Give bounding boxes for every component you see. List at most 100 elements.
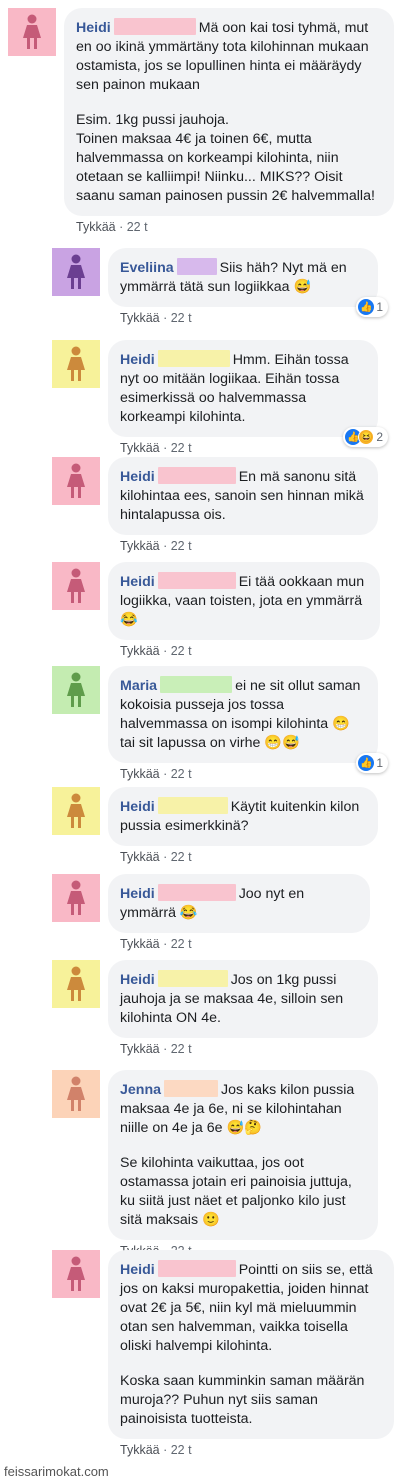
comment-bubble: Heidi Joo nyt en ymmärrä 😂 [108,874,370,933]
reaction-summary[interactable]: 👍 1 [356,297,388,317]
person-icon [67,1256,85,1291]
timestamp[interactable]: 22 t [171,1443,192,1457]
reaction-count: 1 [376,299,383,314]
timestamp[interactable]: 22 t [171,937,192,951]
avatar[interactable] [52,562,100,610]
avatar[interactable] [52,248,100,296]
person-icon [67,966,85,1001]
commenter-name[interactable]: Jenna [120,1082,161,1098]
person-icon [67,793,85,828]
person-icon [67,254,85,289]
thumbs-up-icon: 👍 [358,299,375,315]
avatar[interactable] [52,666,100,714]
comment-reply: Heidi Ei tää ookkaan mun logiikka, vaan t… [52,562,380,658]
comment-text: En mä sanonu sitä kilohintaa ees, sanoin… [120,469,364,523]
avatar[interactable] [52,787,100,835]
timestamp[interactable]: 22 t [127,220,148,234]
timestamp[interactable]: 22 t [171,441,192,455]
commenter-name[interactable]: Heidi [120,972,155,988]
avatar[interactable] [52,1070,100,1118]
comment-bubble: Heidi Käytit kuitenkin kilon pussia esime… [108,787,378,846]
redacted-surname [176,258,217,275]
comment-reply: Heidi Jos on 1kg pussi jauhoja ja se maks… [52,960,378,1056]
timestamp[interactable]: 22 t [171,644,192,658]
comment-reply: Maria ei ne sit ollut saman kokoisia puss… [52,666,388,781]
like-link[interactable]: Tykkää [76,220,116,234]
person-icon [67,568,85,603]
timestamp[interactable]: 22 t [171,850,192,864]
person-icon [67,1076,85,1111]
timestamp[interactable]: 22 t [171,1042,192,1056]
like-link[interactable]: Tykkää [120,1042,160,1056]
person-icon [23,14,41,49]
like-link[interactable]: Tykkää [120,767,160,781]
comment-text: Esim. 1kg pussi jauhoja. Toinen maksaa 4… [76,112,375,204]
redacted-surname [113,18,196,35]
reaction-count: 2 [376,429,383,444]
comment-text: Ei tää ookkaan mun logiikka, vaan toiste… [120,574,365,628]
watermark: feissarimokat.com [4,1464,109,1479]
avatar[interactable] [52,874,100,922]
comment-reply: Eveliina Siis häh? Nyt mä en ymmärrä tätä… [52,248,388,325]
commenter-name[interactable]: Heidi [120,574,155,590]
comment-reply: Jenna Jos kaks kilon pussia maksaa 4e ja … [52,1070,378,1258]
commenter-name[interactable]: Heidi [120,1262,155,1278]
comment-bubble: Eveliina Siis häh? Nyt mä en ymmärrä tätä… [108,248,388,317]
like-link[interactable]: Tykkää [120,850,160,864]
commenter-name[interactable]: Heidi [120,469,155,485]
person-icon [67,880,85,915]
comment-reply: Heidi Pointti on siis se, että jos on kak… [52,1250,394,1457]
avatar[interactable] [52,457,100,505]
redacted-surname [157,350,230,367]
comment-bubble: Jenna Jos kaks kilon pussia maksaa 4e ja … [108,1070,378,1240]
like-link[interactable]: Tykkää [120,539,160,553]
redacted-surname [157,572,236,589]
comment-bubble: Heidi Hmm. Eihän tossa nyt oo mitään logi… [108,340,388,447]
like-link[interactable]: Tykkää [120,441,160,455]
avatar[interactable] [52,960,100,1008]
commenter-name[interactable]: Eveliina [120,260,174,276]
commenter-name[interactable]: Heidi [120,799,155,815]
person-icon [67,346,85,381]
comment-text: Koska saan kumminkin saman määrän muroja… [120,1373,365,1427]
commenter-name[interactable]: Heidi [120,352,155,368]
commenter-name[interactable]: Heidi [120,886,155,902]
redacted-surname [157,884,236,901]
reaction-count: 1 [376,755,383,770]
redacted-surname [157,797,228,814]
comment-bubble: Heidi Jos on 1kg pussi jauhoja ja se maks… [108,960,378,1038]
commenter-name[interactable]: Maria [120,678,157,694]
reaction-summary[interactable]: 👍 😆 2 [343,427,388,447]
comment-reply: Heidi Käytit kuitenkin kilon pussia esime… [52,787,378,864]
timestamp[interactable]: 22 t [171,311,192,325]
haha-icon: 😆 [358,429,375,445]
reaction-summary[interactable]: 👍 1 [356,753,388,773]
comment: Heidi Mä oon kai tosi tyhmä, mut en oo ik… [8,8,394,234]
redacted-surname [160,676,233,693]
comment-bubble: Heidi Ei tää ookkaan mun logiikka, vaan t… [108,562,380,640]
avatar[interactable] [52,340,100,388]
like-link[interactable]: Tykkää [120,644,160,658]
avatar[interactable] [8,8,56,56]
person-icon [67,463,85,498]
redacted-surname [157,467,236,484]
like-link[interactable]: Tykkää [120,937,160,951]
avatar[interactable] [52,1250,100,1298]
like-link[interactable]: Tykkää [120,311,160,325]
redacted-surname [157,1260,236,1277]
comment-bubble: Heidi Pointti on siis se, että jos on kak… [108,1250,394,1439]
comment-text: Käytit kuitenkin kilon pussia esimerkkin… [120,799,360,834]
thumbs-up-icon: 👍 [358,755,375,771]
comment-bubble: Heidi En mä sanonu sitä kilohintaa ees, s… [108,457,378,535]
comment-bubble: Maria ei ne sit ollut saman kokoisia puss… [108,666,388,773]
comment-reply: Heidi Hmm. Eihän tossa nyt oo mitään logi… [52,340,388,455]
timestamp[interactable]: 22 t [171,539,192,553]
redacted-surname [157,970,228,987]
person-icon [67,672,85,707]
redacted-surname [164,1080,219,1097]
timestamp[interactable]: 22 t [171,767,192,781]
comment-bubble: Heidi Mä oon kai tosi tyhmä, mut en oo ik… [64,8,394,216]
commenter-name[interactable]: Heidi [76,20,111,36]
like-link[interactable]: Tykkää [120,1443,160,1457]
comment-text: Se kilohinta vaikuttaa, jos oot ostamass… [120,1155,352,1228]
